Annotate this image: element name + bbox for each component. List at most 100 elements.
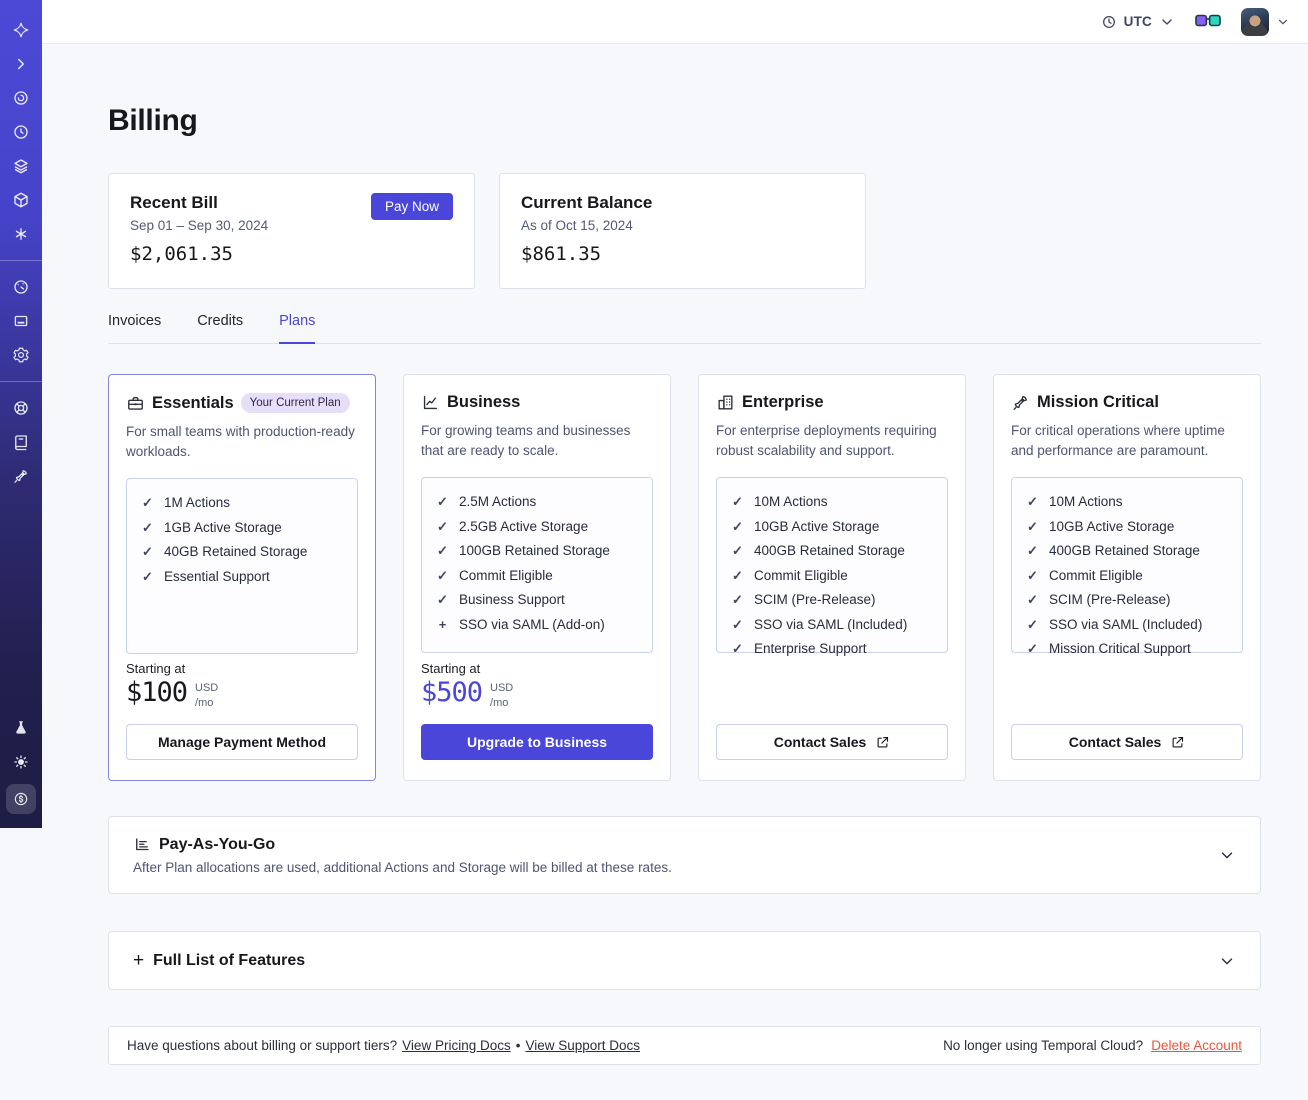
tab-credits[interactable]: Credits [197,313,243,343]
feature-item: ✓ 400GB Retained Storage [1025,543,1229,559]
flask-icon [16,721,26,734]
sidebar-item-settings[interactable] [9,343,33,367]
sidebar-item-home[interactable] [9,18,33,42]
price-currency: USD [490,682,514,695]
sidebar-item-getting-started[interactable] [9,464,33,488]
feature-label: 100GB Retained Storage [459,543,610,558]
recent-bill-title: Recent Bill [130,193,218,212]
sidebar-item-schedules[interactable] [9,120,33,144]
current-balance-amount: $861.35 [521,243,602,265]
sidebar-item-labs[interactable] [9,716,33,740]
summary-row: Recent Bill Sep 01 – Sep 30, 2024 Pay No… [108,173,1261,289]
feature-label: 1M Actions [164,495,231,510]
feature-label: Business Support [459,592,565,607]
plan-card-essentials: Essentials Your Current Plan For small t… [108,374,376,781]
timezone-label: UTC [1123,14,1152,29]
feature-item: ✓ 2.5M Actions [435,494,639,510]
sidebar-item-namespaces[interactable] [9,86,33,110]
avatar [1241,7,1269,36]
full-features-accordion[interactable]: + Full List of Features [108,931,1261,990]
payg-description: After Plan allocations are used, additio… [133,859,672,875]
contact-sales-label: Contact Sales [773,734,867,750]
payg-accordion[interactable]: Pay-As-You-Go After Plan allocations are… [108,816,1261,894]
sidebar-item-theme[interactable] [9,750,33,774]
plan-card-business: Business For growing teams and businesse… [403,374,671,781]
spiral-icon [14,91,28,105]
plan-feature-list: ✓ 1M Actions ✓ 1GB Active Storage ✓ 40GB Re… [126,478,358,654]
feature-item: + SSO via SAML (Add-on) [435,617,639,632]
current-plan-badge: Your Current Plan [240,393,350,413]
feature-label: SSO via SAML (Included) [1049,616,1203,632]
contact-sales-button[interactable]: Contact Sales [716,724,948,760]
support-docs-link[interactable]: View Support Docs [525,1038,640,1053]
manage-payment-button[interactable]: Manage Payment Method [126,724,358,760]
feature-item: ✓ Commit Eligible [1025,568,1229,584]
feature-item: ✓ 10M Actions [730,494,934,510]
sidebar-item-support[interactable] [9,396,33,420]
check-icon: ✓ [142,544,153,559]
feedback-button[interactable] [1195,14,1221,30]
pay-now-button[interactable]: Pay Now [370,193,453,220]
rocket-icon [1013,395,1027,410]
chart-line-icon [423,395,438,410]
price-currency: USD [195,682,219,695]
plan-name: Business [447,393,521,411]
plan-card-mission-critical: Mission Critical For critical operations… [993,374,1261,781]
clock-icon [14,125,28,139]
sidebar-item-docs[interactable] [9,430,33,454]
delete-question: No longer using Temporal Cloud? [943,1038,1144,1053]
toolbox-icon [128,396,143,410]
cube-icon [14,192,28,208]
sidebar-item-usage[interactable] [9,275,33,299]
check-icon: ✓ [732,518,743,534]
current-balance-date: As of Oct 15, 2024 [521,218,633,233]
account-menu[interactable] [1241,7,1290,36]
sidebar-item-nexus[interactable] [9,222,33,246]
pricing-docs-link[interactable]: View Pricing Docs [402,1038,511,1053]
check-icon: ✓ [437,518,448,534]
contact-sales-button[interactable]: Contact Sales [1011,724,1243,760]
tab-invoices[interactable]: Invoices [108,313,161,343]
sidebar-item-workers[interactable] [9,188,33,212]
check-icon: ✓ [142,519,153,535]
check-icon: ✓ [1027,494,1038,509]
price-period: /mo [195,696,214,709]
check-icon: ✓ [1027,543,1038,558]
sidebar-item-invoices[interactable] [9,309,33,333]
layers-icon [14,159,28,174]
3d-glasses-icon [1195,14,1221,26]
dollar-coin-icon [14,792,28,806]
billing-tabs: Invoices Credits Plans [108,313,1261,344]
starting-at-label: Starting at [126,661,186,677]
timezone-picker[interactable]: UTC [1101,14,1175,30]
tab-plans[interactable]: Plans [279,313,316,344]
feature-item: ✓ 40GB Retained Storage [140,544,344,560]
footer-bar: Have questions about billing or support … [108,1026,1261,1065]
feature-item: ✓ Essential Support [140,569,344,585]
chevron-right-icon [18,58,24,70]
sidebar-item-deployments[interactable] [9,154,33,178]
feature-item: ✓ Mission Critical Support [1025,641,1229,657]
contact-sales-label: Contact Sales [1068,734,1162,750]
check-icon: ✓ [437,592,448,607]
check-icon: ✓ [1027,616,1038,632]
sidebar-item-expand[interactable] [9,52,33,76]
sidebar [0,0,42,828]
chevron-down-icon[interactable] [1218,846,1236,864]
feature-item: ✓ 10M Actions [1025,494,1229,510]
feature-label: 2.5GB Active Storage [459,518,589,534]
sidebar-divider [0,260,42,261]
chevron-down-icon[interactable] [1218,952,1236,970]
plan-name: Enterprise [742,393,824,411]
sidebar-item-billing[interactable] [6,784,36,814]
check-icon: ✓ [1027,567,1038,583]
book-icon [15,435,27,451]
check-icon: ✓ [1027,518,1038,534]
delete-account-link[interactable]: Delete Account [1151,1038,1242,1053]
feature-label: 10GB Active Storage [1049,518,1175,534]
plan-description: For enterprise deployments requiring rob… [716,423,937,458]
check-icon: ✓ [732,543,743,558]
topbar: UTC [42,0,1308,44]
feature-item: ✓ 10GB Active Storage [730,519,934,535]
upgrade-business-button[interactable]: Upgrade to Business [421,724,653,760]
